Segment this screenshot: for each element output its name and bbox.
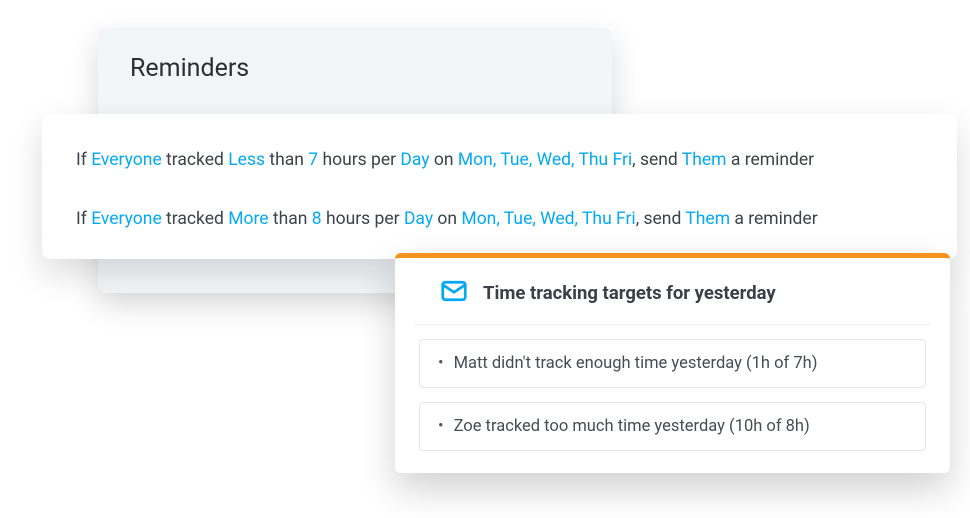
rule-comparison[interactable]: More (228, 209, 268, 229)
target-item-text: Zoe tracked too much time yesterday (10h… (454, 417, 810, 436)
rule-who[interactable]: Everyone (91, 150, 162, 170)
rule-text: on (430, 150, 458, 170)
rule-unit[interactable]: Day (400, 150, 429, 170)
bullet-icon (438, 417, 444, 436)
reminder-rule: If Everyone tracked Less than 7 hours pe… (76, 148, 923, 173)
target-item: Zoe tracked too much time yesterday (10h… (419, 402, 926, 451)
rule-text: than (269, 209, 312, 229)
rule-text: a reminder (727, 150, 815, 170)
reminder-rule: If Everyone tracked More than 8 hours pe… (76, 207, 923, 232)
rule-text: on (433, 209, 461, 229)
target-item-text: Matt didn't track enough time yesterday … (454, 354, 818, 373)
rule-days[interactable]: Mon, Tue, Wed, Thu Fri (458, 150, 632, 170)
rule-recipient[interactable]: Them (682, 150, 727, 170)
rule-hours[interactable]: 7 (308, 150, 318, 170)
rule-text: , send (636, 209, 686, 229)
rule-text: If (76, 209, 91, 229)
rules-card: If Everyone tracked Less than 7 hours pe… (42, 114, 957, 259)
rule-text: If (76, 150, 91, 170)
rule-text: than (265, 150, 308, 170)
reminders-title: Reminders (130, 54, 580, 83)
rule-text: , send (632, 150, 682, 170)
rule-text: hours per (322, 209, 404, 229)
bullet-icon (438, 354, 444, 373)
rule-text: tracked (162, 150, 229, 170)
rule-days[interactable]: Mon, Tue, Wed, Thu Fri (461, 209, 635, 229)
rule-comparison[interactable]: Less (228, 150, 265, 170)
rule-text: hours per (318, 150, 400, 170)
rule-hours[interactable]: 8 (312, 209, 322, 229)
rule-recipient[interactable]: Them (685, 209, 730, 229)
mail-icon (439, 276, 469, 310)
rule-text: tracked (162, 209, 229, 229)
rule-unit[interactable]: Day (404, 209, 433, 229)
targets-card: Time tracking targets for yesterday Matt… (395, 253, 950, 473)
rule-who[interactable]: Everyone (91, 209, 162, 229)
target-item: Matt didn't track enough time yesterday … (419, 339, 926, 388)
targets-header: Time tracking targets for yesterday (415, 258, 930, 325)
targets-title: Time tracking targets for yesterday (483, 282, 776, 304)
rule-text: a reminder (730, 209, 818, 229)
